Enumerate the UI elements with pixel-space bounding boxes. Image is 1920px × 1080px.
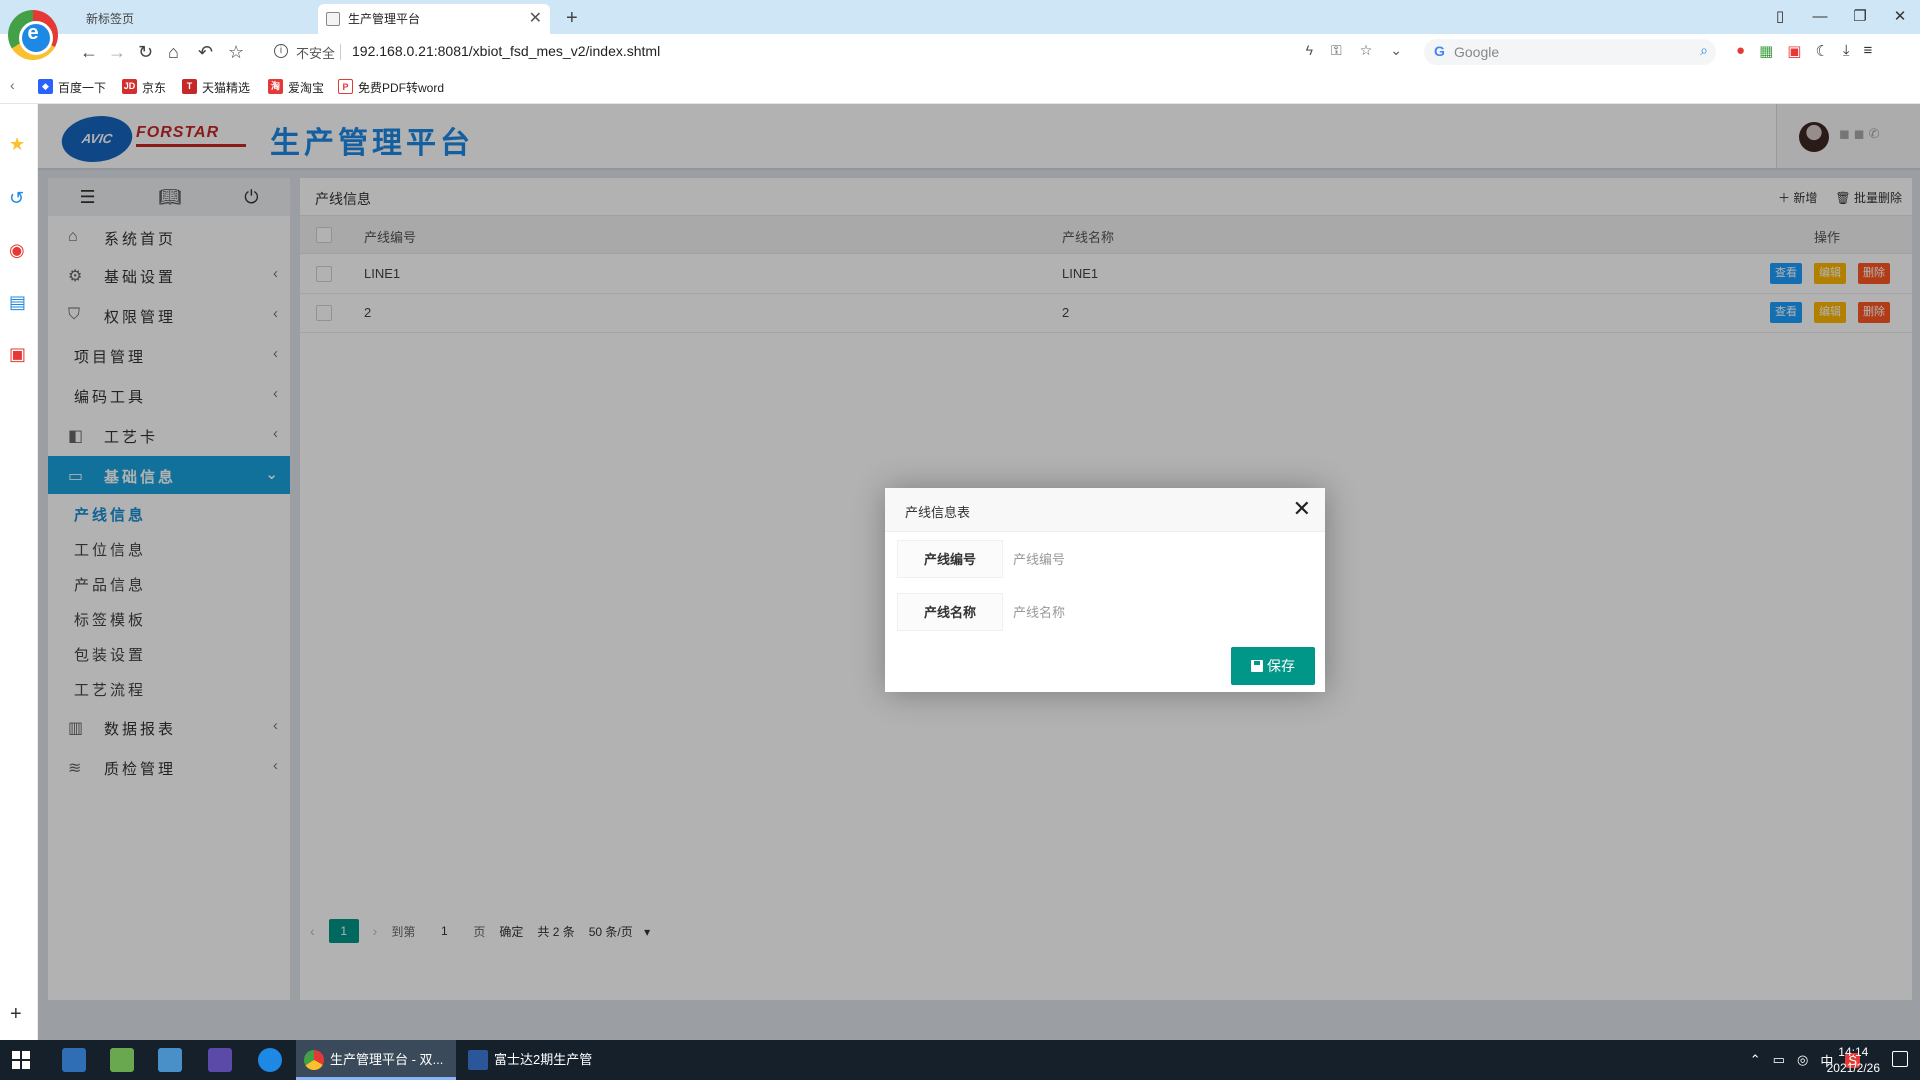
url-text[interactable]: 192.168.0.21:8081/xbiot_fsd_mes_v2/index…	[352, 43, 660, 59]
browser-nav-bar: ← → ↻ ⌂ ↶ ☆ i 不安全 192.168.0.21:8081/xbio…	[0, 34, 1920, 70]
bookmark-baidu[interactable]: ◆ 百度一下	[38, 79, 106, 96]
undo-close-icon[interactable]: ↶	[198, 41, 213, 63]
pdf-icon[interactable]: ▣	[9, 344, 26, 365]
edge-icon[interactable]	[258, 1048, 282, 1072]
lightning-icon[interactable]: ϟ	[1306, 42, 1313, 59]
window-controls: ▯ — ❐ ✕	[1760, 0, 1920, 34]
search-placeholder: Google	[1454, 44, 1500, 60]
address-actions: ϟ ⚿ ☆ ⌄	[1306, 42, 1402, 59]
extension-icons: ● ▦ ▣ ☾ ⤓ ≡	[1736, 42, 1872, 60]
browser-window-icon[interactable]: ▤	[9, 292, 26, 313]
menu-icon[interactable]: ≡	[1864, 42, 1873, 60]
add-sidebar-icon[interactable]: +	[10, 1003, 22, 1026]
star-icon[interactable]: ☆	[1360, 42, 1373, 59]
save-icon	[1251, 660, 1263, 672]
notification-icon[interactable]	[1892, 1051, 1908, 1067]
notepad-icon[interactable]	[110, 1048, 134, 1072]
clock[interactable]: 14:14 2021/2/26	[1827, 1044, 1880, 1076]
tab-new-tab[interactable]: 新标签页	[62, 4, 312, 34]
field-label: 产线名称	[897, 593, 1003, 631]
form-row-line-name: 产线名称	[897, 593, 1313, 631]
tab-label: 新标签页	[86, 12, 135, 26]
close-tab-icon[interactable]: ✕	[529, 4, 542, 34]
network-icon[interactable]: ◎	[1797, 1052, 1808, 1068]
weibo-icon[interactable]: ◉	[9, 240, 25, 261]
browser-sidebar: ★ ↺ ◉ ▤ ▣	[0, 104, 38, 1040]
word-icon	[468, 1050, 488, 1070]
bookmark-jd[interactable]: JD 京东	[122, 79, 166, 96]
download-icon[interactable]: ⤓	[1843, 42, 1850, 60]
page-favicon-icon	[326, 12, 340, 26]
task-view-icon[interactable]	[62, 1048, 86, 1072]
form-row-line-code: 产线编号	[897, 540, 1313, 578]
windows-start-icon[interactable]	[12, 1051, 30, 1069]
maximize-button[interactable]: ❐	[1840, 0, 1880, 34]
history-icon[interactable]: ↺	[9, 188, 24, 209]
close-icon[interactable]: ✕	[1293, 496, 1311, 522]
search-box[interactable]: G Google ⌕	[1424, 39, 1716, 65]
line-info-dialog: 产线信息表 ✕ 产线编号 产线名称 保存	[885, 488, 1325, 692]
dialog-title: 产线信息表	[905, 505, 971, 520]
field-label: 产线编号	[897, 540, 1003, 578]
close-window-button[interactable]: ✕	[1880, 0, 1920, 34]
moon-icon[interactable]: ☾	[1815, 42, 1828, 60]
insecure-label: 不安全	[296, 46, 336, 61]
new-tab-button[interactable]: +	[566, 4, 578, 32]
line-name-input[interactable]	[1003, 593, 1313, 631]
chevron-left-icon[interactable]: ‹	[10, 77, 15, 93]
battery-icon[interactable]: ▭	[1773, 1052, 1785, 1068]
minimize-button[interactable]: —	[1800, 0, 1840, 34]
bookmarks-bar: ‹ ◆ 百度一下 JD 京东 T 天猫精选 淘爱淘宝 P 免费PDF转word	[0, 70, 1920, 104]
restore-icon[interactable]: ▯	[1760, 0, 1800, 34]
date: 2021/2/26	[1826, 1061, 1880, 1075]
taskbar-app-word[interactable]: 富士达2期生产管理...	[460, 1040, 610, 1080]
save-button[interactable]: 保存	[1231, 647, 1315, 685]
app-icon[interactable]	[158, 1048, 182, 1072]
divider	[340, 44, 341, 60]
info-icon[interactable]: i	[274, 44, 288, 58]
taskbar-app-browser[interactable]: 生产管理平台 - 双...	[296, 1040, 456, 1080]
bookmark-star-icon[interactable]: ☆	[228, 41, 244, 63]
favorites-star-icon[interactable]: ★	[9, 134, 25, 155]
chevron-up-icon[interactable]: ⌃	[1750, 1052, 1761, 1068]
bookmark-aitaobao[interactable]: 淘爱淘宝	[268, 79, 324, 96]
time: 14:14	[1838, 1045, 1869, 1059]
weibo-icon[interactable]: ●	[1736, 42, 1745, 60]
address-bar[interactable]: i 不安全 192.168.0.21:8081/xbiot_fsd_mes_v2…	[262, 39, 1412, 65]
bookmark-tmall[interactable]: T 天猫精选	[182, 79, 250, 96]
search-icon[interactable]: ⌕	[1700, 42, 1708, 59]
browser-icon	[304, 1050, 324, 1070]
forward-icon[interactable]: →	[108, 41, 126, 63]
home-icon[interactable]: ⌂	[168, 41, 179, 63]
pdf-icon[interactable]: ▣	[1787, 42, 1801, 60]
bookmark-pdf-word[interactable]: P 免费PDF转word	[338, 79, 444, 96]
back-icon[interactable]: ←	[80, 41, 98, 63]
browser-logo[interactable]: e	[8, 10, 58, 60]
visual-studio-icon[interactable]	[208, 1048, 232, 1072]
apps-grid-icon[interactable]: ▦	[1759, 42, 1773, 60]
chevron-down-icon[interactable]: ⌄	[1390, 42, 1402, 59]
taskbar: 生产管理平台 - 双... 富士达2期生产管理... ⌃ ▭ ◎ 中 S 14:…	[0, 1040, 1920, 1080]
google-icon: G	[1434, 43, 1445, 59]
reload-icon[interactable]: ↻	[138, 41, 153, 63]
line-code-input[interactable]	[1003, 540, 1313, 578]
tab-label: 生产管理平台	[348, 12, 421, 26]
tab-production-platform[interactable]: 生产管理平台 ✕	[318, 4, 550, 34]
dialog-header: 产线信息表 ✕	[885, 488, 1325, 532]
key-icon[interactable]: ⚿	[1331, 42, 1342, 59]
browser-tab-bar: 新标签页 生产管理平台 ✕ + ▯ — ❐ ✕	[0, 0, 1920, 34]
